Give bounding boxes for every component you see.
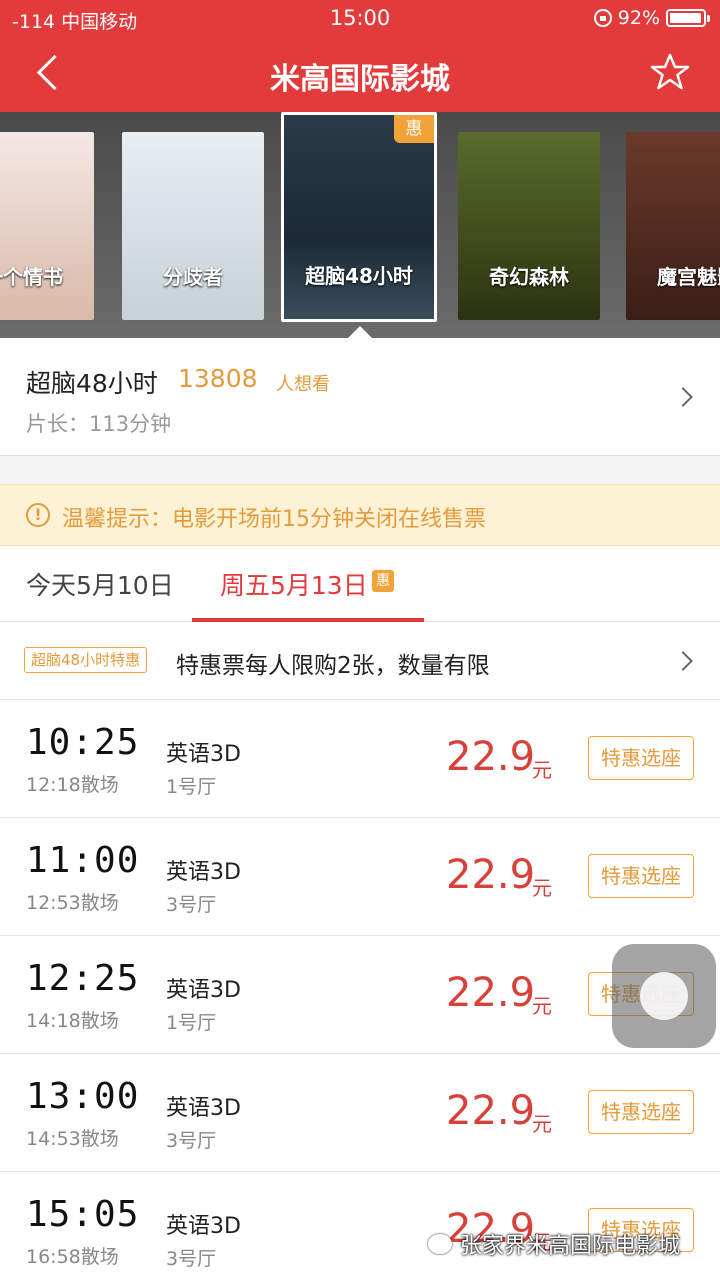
show-hall: 1号厅 [166, 776, 217, 798]
poster-title: 分歧者 [163, 265, 223, 289]
showtime-row: 11:00 12:53散场 英语3D 3号厅 22.9 元 特惠选座 [0, 818, 720, 936]
watermark: 张家界米高国际电影城 [428, 1228, 680, 1260]
show-language: 英语3D [166, 742, 241, 767]
poster-title: 一个情书 [0, 265, 63, 289]
date-tabs: 今天5月10日 周五5月13日 惠 [0, 546, 720, 622]
assistive-touch-button[interactable] [612, 944, 716, 1048]
movie-duration: 片长：113分钟 [26, 412, 172, 436]
nav-bar: 米高国际影城 [0, 38, 720, 112]
want-label: 人想看 [276, 374, 330, 395]
show-time: 15:05 [26, 1194, 140, 1235]
poster-title: 超脑48小时 [305, 264, 413, 288]
show-price: 22.9 [446, 852, 536, 898]
discount-badge: 惠 [394, 115, 434, 143]
show-hall: 3号厅 [166, 1248, 217, 1270]
show-price: 22.9 [446, 734, 536, 780]
select-seat-button[interactable]: 特惠选座 [588, 1090, 694, 1134]
status-bar: -114 中国移动 15:00 92% [0, 0, 720, 38]
watermark-text: 张家界米高国际电影城 [460, 1234, 681, 1259]
selection-notch [348, 326, 372, 338]
showtime-row: 10:25 12:18散场 英语3D 1号厅 22.9 元 特惠选座 [0, 700, 720, 818]
movie-info[interactable]: 超脑48小时 13808 人想看 片长：113分钟 [0, 338, 720, 456]
show-time: 10:25 [26, 722, 140, 763]
poster-item-selected[interactable]: 惠 超脑48小时 [281, 112, 437, 322]
price-unit: 元 [532, 758, 552, 782]
favorite-star-icon[interactable] [650, 52, 690, 92]
promo-text: 特惠票每人限购2张，数量有限 [176, 653, 490, 679]
show-language: 英语3D [166, 1096, 241, 1121]
show-price: 22.9 [446, 1088, 536, 1134]
showtime-row: 13:00 14:53散场 英语3D 3号厅 22.9 元 特惠选座 [0, 1054, 720, 1172]
price-unit: 元 [532, 1112, 552, 1136]
movie-name: 超脑48小时 [26, 369, 158, 398]
show-hall: 1号厅 [166, 1012, 217, 1034]
alert-icon: ! [26, 503, 50, 527]
battery-percent: 92% [617, 7, 660, 29]
poster-item[interactable]: 魔宫魅影 [626, 132, 720, 320]
chevron-right-icon [673, 651, 693, 671]
promo-row[interactable]: 超脑48小时特惠 特惠票每人限购2张，数量有限 [0, 622, 720, 700]
select-seat-button[interactable]: 特惠选座 [588, 854, 694, 898]
tab-today[interactable]: 今天5月10日 [26, 566, 174, 602]
rotation-lock-icon [593, 9, 612, 27]
status-right: 92% [593, 7, 710, 29]
show-price: 22.9 [446, 970, 536, 1016]
promo-tag: 超脑48小时特惠 [24, 647, 148, 673]
show-time: 12:25 [26, 958, 140, 999]
poster-item[interactable]: 奇幻森林 [458, 132, 600, 320]
show-end-time: 14:53散场 [26, 1128, 119, 1150]
want-count: 13808 [178, 364, 258, 393]
show-end-time: 16:58散场 [26, 1246, 119, 1268]
show-time: 13:00 [26, 1076, 140, 1117]
battery-icon [666, 9, 710, 27]
app-header: -114 中国移动 15:00 92% 米高国际影城 [0, 0, 720, 112]
chevron-right-icon [673, 387, 693, 407]
poster-title: 奇幻森林 [489, 265, 569, 289]
tab-discount-badge: 惠 [372, 570, 394, 592]
show-hall: 3号厅 [166, 894, 217, 916]
page-title: 米高国际影城 [270, 62, 450, 97]
price-unit: 元 [532, 876, 552, 900]
show-end-time: 12:18散场 [26, 774, 119, 796]
show-language: 英语3D [166, 978, 241, 1003]
show-time: 11:00 [26, 840, 140, 881]
poster-item[interactable]: 一个情书 [0, 132, 94, 320]
select-seat-button[interactable]: 特惠选座 [588, 736, 694, 780]
poster-item[interactable]: 分歧者 [122, 132, 264, 320]
show-language: 英语3D [166, 1214, 241, 1239]
poster-carousel[interactable]: 一个情书 分歧者 惠 超脑48小时 奇幻森林 魔宫魅影 [0, 112, 720, 338]
notice-text: 温馨提示：电影开场前15分钟关闭在线售票 [62, 507, 486, 532]
show-end-time: 14:18散场 [26, 1010, 119, 1032]
show-end-time: 12:53散场 [26, 892, 119, 914]
show-language: 英语3D [166, 860, 241, 885]
show-hall: 3号厅 [166, 1130, 217, 1152]
price-unit: 元 [532, 994, 552, 1018]
wechat-icon [428, 1234, 452, 1254]
showtime-row: 15:05 16:58散场 英语3D 3号厅 22.9 元 特惠选座 [0, 1172, 720, 1280]
poster-title: 魔宫魅影 [657, 265, 720, 289]
notice-banner: ! 温馨提示：电影开场前15分钟关闭在线售票 [0, 484, 720, 546]
tab-friday[interactable]: 周五5月13日 [220, 566, 368, 602]
